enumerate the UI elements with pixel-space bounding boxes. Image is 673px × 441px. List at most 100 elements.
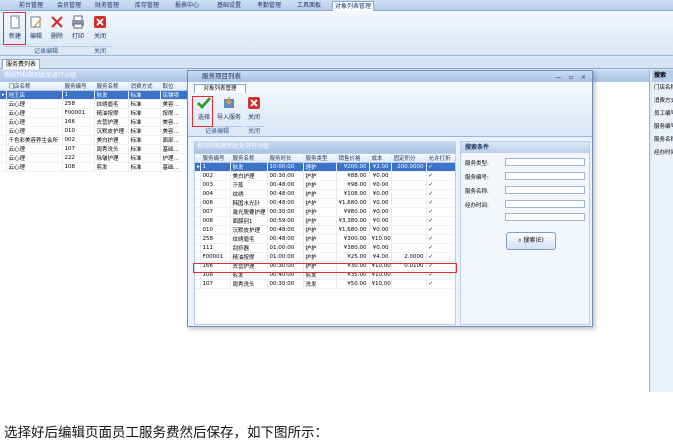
column-header[interactable]: 门店名称 — [6, 82, 63, 91]
import-icon — [224, 97, 234, 108]
column-header[interactable]: 服务编号 — [200, 154, 231, 163]
table-row[interactable]: 云心理 258 纹绣眉毛 标准 美容… — [0, 99, 191, 109]
search-button[interactable]: ⌕ 搜索(E) — [506, 232, 556, 250]
menu-item-report[interactable]: 报表中心 — [170, 1, 204, 11]
table-row[interactable]: 千色彩美容养生会所 002 美白护理 标准 面部… — [0, 135, 191, 145]
table-row[interactable]: 010 沉默皮护理 00:48:00 护护 ¥1,680.00 ¥0.00 ✓ — [195, 225, 455, 235]
table-cell: ¥0.00 — [369, 189, 392, 199]
date-from-picker[interactable] — [505, 200, 585, 208]
caption-text: 选择好后编辑页面员工服务费然后保存，如下图所示： — [4, 425, 328, 441]
table-row[interactable]: F00001 精油按摩 01:00:00 护护 ¥25.00 ¥4.00 2.0000 ✓ — [195, 252, 455, 262]
column-header[interactable]: 固定积分 — [391, 154, 427, 163]
table-row[interactable]: 258 纹绣眉毛 00:48:00 护护 ¥300.00 ¥10.00 ✓ — [195, 234, 455, 244]
table-row[interactable]: 云心理 108 剪发 标准 基础… — [0, 162, 191, 172]
column-header[interactable]: 取位 — [160, 82, 191, 91]
menu-item-tools[interactable]: 工具面板 — [292, 1, 326, 11]
table-cell: 汗蒸 — [230, 180, 268, 190]
discount-checkbox[interactable]: ✓ — [426, 216, 455, 226]
discount-checkbox[interactable]: ✓ — [426, 207, 455, 217]
discount-checkbox[interactable]: ✓ — [426, 234, 455, 244]
table-row[interactable]: 云心理 166 去营护理 标准 美容… — [0, 117, 191, 127]
discount-checkbox[interactable]: ✓ — [426, 279, 455, 289]
table-row[interactable]: 云心理 F00001 精油按摩 标准 按摩… — [0, 108, 191, 118]
table-cell: 01:00:00 — [267, 252, 304, 262]
dialog-group-close: 关闭 — [244, 126, 264, 135]
table-cell: 2.0000 — [391, 252, 427, 262]
tab-service-fee-list[interactable]: 服务费列表 — [2, 59, 40, 69]
table-cell: ¥10.00 — [369, 279, 392, 289]
search-conditions-panel: 搜索条件 服务类型: 服务编号: 服务名称: 经办时间: ⌕ 搜索(E) — [460, 141, 590, 325]
date-to-picker[interactable] — [505, 213, 585, 221]
close-button[interactable]: 关闭 — [90, 14, 110, 44]
dialog-close-button[interactable]: 关闭 — [244, 95, 264, 125]
table-row[interactable]: 111 刮痧器 01:00:00 护护 ¥380.00 ¥0.00 ✓ — [195, 243, 455, 253]
dialog-tab-object-list[interactable]: 对象列表管理 — [194, 84, 246, 93]
column-header[interactable]: 销售价格 — [336, 154, 370, 163]
table-cell: ¥3,380.00 — [336, 216, 370, 226]
column-header[interactable]: 服务名称 — [94, 82, 129, 91]
menu-item-front[interactable]: 前台管理 — [14, 1, 48, 11]
table-row[interactable]: 107 周秀洗头 00:30:00 洗发 ¥50.00 ¥10.00 ✓ — [195, 279, 455, 289]
table-row[interactable]: 008 面膜别1 00:59:00 护护 ¥3,380.00 ¥0.00 ✓ — [195, 216, 455, 226]
delete-button[interactable]: 删除 — [47, 14, 67, 44]
table-row[interactable]: 003 汗蒸 00:48:00 护护 ¥98.00 ¥0.00 ✓ — [195, 180, 455, 190]
table-row[interactable]: ▸ 地王店 1 狄发 标准 店铺项 — [0, 90, 191, 100]
column-header[interactable]: 消费方式 — [128, 82, 161, 91]
column-header[interactable]: 服务名称 — [230, 154, 268, 163]
discount-checkbox[interactable]: ✓ — [426, 189, 455, 199]
table-row[interactable]: 002 美白护理 00:30:00 护护 ¥88.00 ¥0.00 ✓ — [195, 171, 455, 181]
table-cell: 007 — [200, 207, 231, 217]
menu-item-attendance[interactable]: 考勤管理 — [252, 1, 286, 11]
column-header[interactable]: 服务编号 — [62, 82, 95, 91]
dialog-titlebar[interactable]: 服务项目列表 — ▫ × — [188, 71, 592, 82]
discount-checkbox[interactable]: ✓ — [426, 180, 455, 190]
dialog-group-by-header: 拖动列标题到此处进行分组 — [194, 141, 456, 153]
table-cell: 激光脱要护理 — [230, 207, 268, 217]
table-row[interactable]: 云心理 222 除皱护理 标准 护理… — [0, 153, 191, 163]
right-panel-item: 消费方式 — [654, 98, 673, 104]
table-cell: 云心理 — [6, 108, 63, 118]
table-cell: 00:59:00 — [267, 216, 304, 226]
table-cell: 云心理 — [6, 99, 63, 109]
column-header[interactable]: 服务时长 — [267, 154, 304, 163]
table-cell: ¥88.00 — [336, 171, 370, 181]
discount-checkbox[interactable]: ✓ — [426, 243, 455, 253]
print-button[interactable]: 打印 — [68, 14, 88, 44]
column-header[interactable]: 服务类型 — [303, 154, 337, 163]
table-cell: 面部… — [160, 135, 191, 145]
service-name-input[interactable] — [505, 186, 585, 194]
toolbar-group-close: 关闭 — [89, 46, 111, 55]
menu-item-finance[interactable]: 财务管理 — [90, 1, 124, 11]
table-cell: 002 — [62, 135, 95, 145]
table-cell: F00001 — [200, 252, 231, 262]
table-cell — [391, 279, 427, 289]
discount-checkbox[interactable]: ✓ — [426, 252, 455, 262]
table-row[interactable]: ▸ 1 狄发 10:00:00 理护 ¥200.00 ¥2.00 200.0000 ✓ — [195, 162, 455, 172]
table-row[interactable]: 007 激光脱要护理 00:30:00 护护 ¥980.00 ¥0.00 ✓ — [195, 207, 455, 217]
menu-item-basic[interactable]: 基础设置 — [212, 1, 246, 11]
edit-button[interactable]: 编辑 — [26, 14, 46, 44]
discount-checkbox[interactable]: ✓ — [426, 171, 455, 181]
table-row[interactable]: 004 纹绣 00:48:00 护护 ¥108.00 ¥0.00 ✓ — [195, 189, 455, 199]
menu-item-object-list[interactable]: 对象列表管理 — [332, 1, 374, 11]
menu-item-member[interactable]: 会员管理 — [52, 1, 86, 11]
menu-item-stock[interactable]: 库存管理 — [130, 1, 164, 11]
column-header[interactable]: 成本 — [369, 154, 392, 163]
delete-x-icon — [51, 16, 63, 28]
table-cell: ¥1,680.00 — [336, 198, 370, 208]
service-number-input[interactable] — [505, 172, 585, 180]
table-row[interactable]: 云心理 107 周秀洗头 标准 基础… — [0, 144, 191, 154]
right-panel-item: 服务编号 — [654, 124, 673, 130]
table-cell: 纹绣眉毛 — [94, 99, 129, 109]
import-service-button[interactable]: 导入服务 — [216, 95, 242, 125]
table-cell: 云心理 — [6, 153, 63, 163]
table-row[interactable]: 006 韩国水光针 00:48:00 护护 ¥1,680.00 ¥0.00 ✓ — [195, 198, 455, 208]
discount-checkbox[interactable]: ✓ — [426, 225, 455, 235]
table-cell: 护护 — [303, 243, 337, 253]
table-row[interactable]: 云心理 010 沉默皮护理 标准 美容… — [0, 126, 191, 136]
column-header[interactable]: 允许打折 — [426, 154, 455, 163]
table-cell: 107 — [62, 144, 95, 154]
service-type-select[interactable] — [505, 158, 585, 166]
discount-checkbox[interactable]: ✓ — [426, 162, 455, 172]
discount-checkbox[interactable]: ✓ — [426, 198, 455, 208]
